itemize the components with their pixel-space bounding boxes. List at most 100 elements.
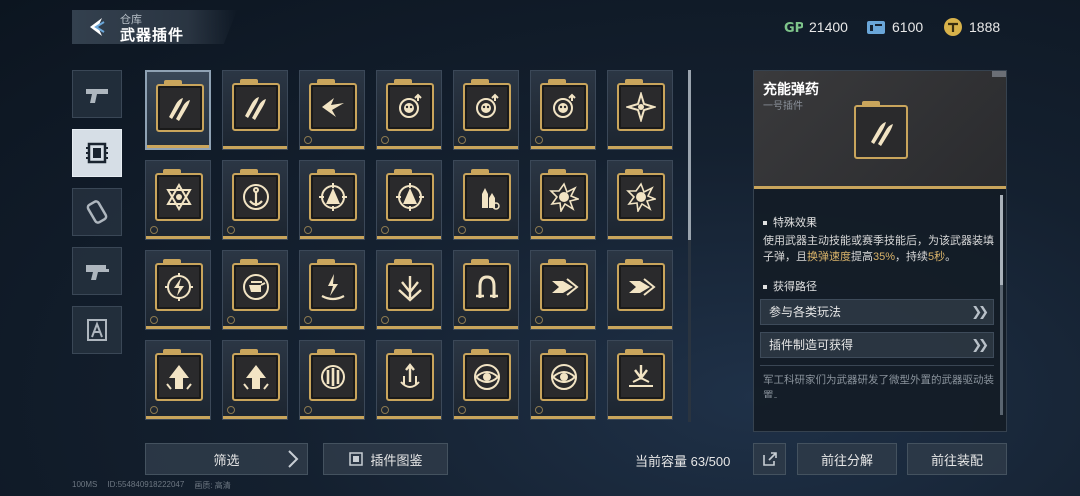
- plugin-card[interactable]: [145, 70, 211, 150]
- gear-icon: [535, 406, 543, 414]
- arrows-up-icon: [166, 365, 192, 390]
- side-tab-pistol[interactable]: [72, 70, 122, 118]
- plugin-card[interactable]: [376, 160, 442, 240]
- gear-icon: [304, 316, 312, 324]
- plugin-tile: [540, 349, 588, 401]
- plugin-card[interactable]: [376, 340, 442, 420]
- star-diamond-icon: [626, 92, 656, 122]
- rarity-bar: [531, 326, 595, 329]
- bolt-hand-icon: [321, 274, 345, 301]
- plugin-tile: [232, 79, 280, 131]
- eye-icon: [474, 364, 500, 390]
- plugin-card[interactable]: [607, 340, 673, 420]
- divider: [760, 365, 994, 366]
- plugin-tile: [617, 169, 665, 221]
- plugin-card[interactable]: [145, 340, 211, 420]
- plugin-card[interactable]: [299, 340, 365, 420]
- plugin-card[interactable]: [453, 340, 519, 420]
- plugin-card[interactable]: [530, 160, 596, 240]
- plugin-tile: [232, 169, 280, 221]
- plugin-grid: [145, 70, 685, 422]
- plugin-tile: [309, 349, 357, 401]
- detail-scrollbar[interactable]: [1000, 195, 1003, 285]
- plugin-card[interactable]: [376, 250, 442, 330]
- plugin-preview: [854, 101, 908, 159]
- skull-up-icon: [476, 93, 499, 118]
- gear-icon: [381, 316, 389, 324]
- plugin-tile: [309, 169, 357, 221]
- plugin-card[interactable]: [299, 250, 365, 330]
- rarity-bar: [531, 236, 595, 239]
- plugin-tile: [463, 259, 511, 311]
- side-tab-plugin[interactable]: [72, 129, 122, 177]
- attachment-icon: [86, 200, 108, 224]
- plugin-tile: [155, 169, 203, 221]
- gear-icon: [381, 136, 389, 144]
- quality-setting: 画质: 高清: [194, 481, 231, 490]
- decompose-button[interactable]: 前往分解: [797, 443, 897, 475]
- chip-icon: [86, 142, 108, 164]
- plugin-tile: [156, 80, 204, 132]
- plugin-card[interactable]: [145, 160, 211, 240]
- rarity-bar: [608, 326, 672, 329]
- plugin-tile: [155, 259, 203, 311]
- plugin-card[interactable]: [453, 160, 519, 240]
- rarity-bar: [223, 146, 287, 149]
- detail-corner-mark: [992, 71, 1006, 77]
- rarity-bar: [531, 146, 595, 149]
- source-title: 获得路径: [763, 278, 817, 294]
- bullets-icon: [245, 97, 266, 120]
- rarity-bar: [377, 236, 441, 239]
- side-tab-badge[interactable]: [72, 306, 122, 354]
- source-button-modes[interactable]: 参与各类玩法 ❯❯: [760, 299, 994, 325]
- plugin-card[interactable]: [299, 160, 365, 240]
- side-tab-attachment[interactable]: [72, 188, 122, 236]
- plugin-card[interactable]: [222, 70, 288, 150]
- plugin-card[interactable]: [222, 340, 288, 420]
- dash-wing-icon: [322, 98, 344, 117]
- plugin-card[interactable]: [607, 160, 673, 240]
- gear-icon: [458, 226, 466, 234]
- equip-button[interactable]: 前往装配: [907, 443, 1007, 475]
- side-tab-gun[interactable]: [72, 247, 122, 295]
- plugin-card[interactable]: [299, 70, 365, 150]
- effect-highlight-percent: 35%: [873, 251, 896, 263]
- plugin-card[interactable]: [453, 70, 519, 150]
- bullets-icon: [871, 122, 893, 146]
- export-button[interactable]: [753, 443, 786, 475]
- codex-icon: [349, 452, 364, 466]
- source-button-crafting[interactable]: 插件制造可获得 ❯❯: [760, 332, 994, 358]
- filter-button[interactable]: 筛选: [145, 443, 308, 475]
- plugin-card[interactable]: [607, 70, 673, 150]
- gear-icon: [304, 406, 312, 414]
- gear-icon: [227, 406, 235, 414]
- grid-scrollbar[interactable]: [688, 70, 691, 240]
- effect-title: 特殊效果: [763, 214, 817, 230]
- plugin-card[interactable]: [222, 160, 288, 240]
- plugin-card[interactable]: [145, 250, 211, 330]
- effect-line-1: 使用武器主动技能或赛季技能后，为该武器装填: [763, 235, 994, 247]
- bolt-target-icon: [165, 273, 193, 301]
- effect-text: 使用武器主动技能或赛季技能后，为该武器装填 子弹，且换弹速度提高35%，持续5秒…: [763, 233, 995, 265]
- badge-icon: [87, 319, 107, 341]
- plugin-card[interactable]: [530, 250, 596, 330]
- plugin-card[interactable]: [607, 250, 673, 330]
- trident-icon: [398, 276, 422, 302]
- fist-icon: [243, 274, 269, 300]
- anchor-icon: [243, 184, 269, 210]
- plugin-card[interactable]: [453, 250, 519, 330]
- gear-icon: [458, 406, 466, 414]
- plugin-card[interactable]: [376, 70, 442, 150]
- currency-card-value: 6100: [892, 19, 924, 35]
- burst-icon: [626, 182, 656, 212]
- plugin-tile: [463, 79, 511, 131]
- plugin-card[interactable]: [530, 70, 596, 150]
- currency-gp: GP 21400: [783, 17, 848, 37]
- gear-icon: [535, 136, 543, 144]
- plugin-card[interactable]: [530, 340, 596, 420]
- rarity-bar: [608, 416, 672, 419]
- page-title: 武器插件: [120, 27, 185, 44]
- plugin-description: 军工科研家们为武器研发了微型外置的武器驱动装置。: [763, 374, 994, 398]
- plugin-codex-button[interactable]: 插件图鉴: [323, 443, 448, 475]
- plugin-card[interactable]: [222, 250, 288, 330]
